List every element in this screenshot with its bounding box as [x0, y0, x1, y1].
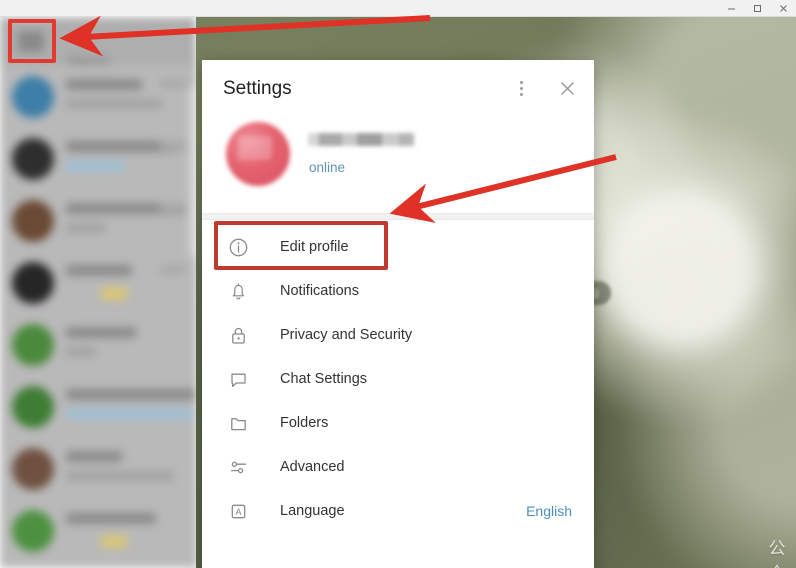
close-icon[interactable]	[556, 77, 578, 99]
chat-name	[66, 265, 132, 276]
profile-section[interactable]: online	[202, 118, 594, 213]
menu-item-language[interactable]: A Language English	[202, 489, 594, 533]
list-item[interactable]	[0, 561, 196, 568]
hamburger-menu-icon[interactable]	[18, 33, 44, 50]
page-title: Settings	[223, 78, 292, 99]
dialog-header-actions	[510, 77, 578, 99]
sliders-icon	[226, 455, 250, 479]
svg-text:A: A	[235, 507, 241, 517]
avatar	[12, 76, 54, 118]
chat-name	[66, 451, 122, 462]
menu-item-label: Advanced	[280, 459, 345, 475]
app-body: Search 公 Settings online Edit profile No…	[0, 17, 796, 568]
menu-item-folders[interactable]: Folders	[202, 401, 594, 445]
info-circle-icon	[226, 235, 250, 259]
watermark: 公众号 · 凌锐应用	[756, 534, 796, 568]
menu-item-chat-settings[interactable]: Chat Settings	[202, 357, 594, 401]
language-a-icon: A	[226, 499, 250, 523]
bell-icon	[226, 279, 250, 303]
folder-icon	[226, 411, 250, 435]
chat-bubble-icon	[226, 367, 250, 391]
section-divider	[202, 213, 594, 220]
menu-item-label: Chat Settings	[280, 371, 368, 387]
list-item[interactable]	[0, 437, 196, 499]
chat-preview	[66, 161, 124, 171]
menu-item-edit-profile[interactable]: Edit profile	[202, 225, 594, 269]
avatar	[12, 324, 54, 366]
screenshot-root: Search 公 Settings online Edit profile No…	[0, 0, 796, 568]
chat-name	[66, 513, 156, 524]
lock-icon	[226, 323, 250, 347]
chat-preview	[66, 347, 96, 357]
list-item[interactable]	[0, 65, 196, 127]
list-item[interactable]	[0, 251, 196, 313]
menu-item-label: Edit profile	[280, 239, 349, 255]
menu-item-label: Privacy and Security	[280, 327, 413, 343]
settings-dialog: Settings online Edit profile Notificatio…	[202, 60, 594, 568]
minimize-icon[interactable]	[718, 0, 744, 17]
chat-time	[160, 203, 186, 212]
chat-preview	[66, 223, 106, 233]
watermark-text: 公众号 · 凌锐应用	[768, 539, 786, 568]
list-item[interactable]	[0, 375, 196, 437]
menu-item-notifications[interactable]: Notifications	[202, 269, 594, 313]
dialog-header: Settings	[202, 60, 594, 118]
unread-badge	[100, 287, 128, 300]
chat-list[interactable]	[0, 65, 196, 568]
menu-item-label: Notifications	[280, 283, 359, 299]
avatar	[12, 510, 54, 552]
list-item[interactable]	[0, 313, 196, 375]
chat-time	[160, 265, 186, 274]
avatar	[12, 200, 54, 242]
settings-menu[interactable]: Edit profile Notifications Privacy and S…	[202, 220, 594, 533]
chat-time	[160, 141, 186, 150]
menu-item-value[interactable]: English	[526, 503, 572, 519]
chat-name	[66, 79, 142, 90]
menu-item-label: Folders	[280, 415, 329, 431]
menu-item-advanced[interactable]: Advanced	[202, 445, 594, 489]
avatar	[12, 448, 54, 490]
list-item[interactable]	[0, 499, 196, 561]
chat-preview	[66, 471, 174, 481]
avatar	[12, 138, 54, 180]
chat-time	[160, 79, 186, 88]
maximize-icon[interactable]	[744, 0, 770, 17]
unread-badge	[100, 535, 128, 548]
close-icon[interactable]	[770, 0, 796, 17]
window-titlebar	[0, 0, 796, 17]
status-badge: online	[309, 160, 346, 175]
chat-preview	[66, 99, 162, 109]
chat-name	[66, 327, 136, 338]
profile-name	[308, 133, 414, 146]
chat-preview	[66, 409, 194, 419]
chat-list-sidebar[interactable]: Search	[0, 17, 196, 568]
menu-item-privacy-and-security[interactable]: Privacy and Security	[202, 313, 594, 357]
avatar[interactable]	[226, 122, 290, 186]
avatar	[12, 262, 54, 304]
list-item[interactable]	[0, 189, 196, 251]
list-item[interactable]	[0, 127, 196, 189]
chat-name	[66, 389, 196, 400]
scrollbar[interactable]	[191, 87, 195, 257]
kebab-menu-icon[interactable]	[510, 77, 532, 99]
avatar	[12, 386, 54, 428]
menu-item-label: Language	[280, 503, 345, 519]
